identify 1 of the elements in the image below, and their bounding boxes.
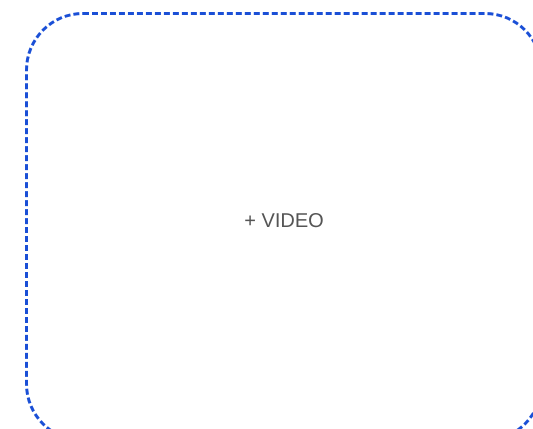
add-video-dropzone[interactable]: + VIDEO: [25, 12, 533, 429]
